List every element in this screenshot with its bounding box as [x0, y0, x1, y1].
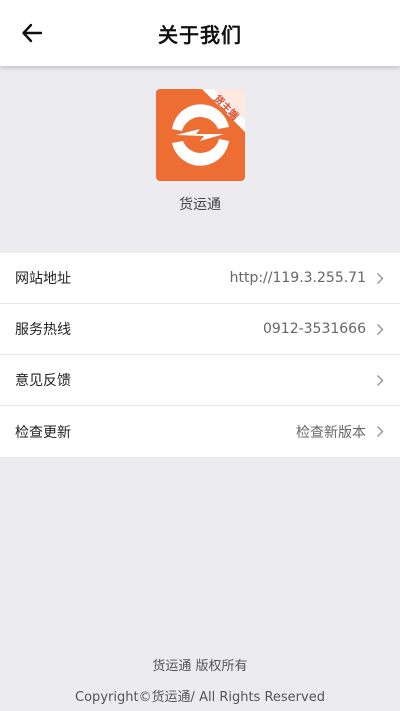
page-title: 关于我们 — [158, 22, 242, 47]
list-item-check-update[interactable]: 检查更新 检查新版本 — [0, 406, 400, 457]
app-logo: 货主端 — [156, 89, 245, 181]
list-item-label: 服务热线 — [15, 322, 71, 338]
copyright-line-2: Copyright©货运通/ All Rights Reserved — [75, 690, 325, 705]
chevron-right-icon — [376, 322, 386, 336]
app-logo-image: 货主端 — [156, 89, 245, 181]
list-item-value: 0912-3531666 — [262, 321, 366, 337]
list-item-website[interactable]: 网站地址 http://119.3.255.71 — [0, 253, 400, 304]
list-item-hotline[interactable]: 服务热线 0912-3531666 — [0, 304, 400, 355]
list-item-label: 意见反馈 — [15, 373, 71, 389]
arrow-left-icon — [22, 23, 43, 43]
list-item-value: 检查新版本 — [296, 424, 366, 441]
about-list: 网站地址 http://119.3.255.71 服务热线 0912-35316… — [0, 253, 400, 457]
list-item-feedback[interactable]: 意见反馈 — [0, 355, 400, 406]
app-name: 货运通 — [179, 197, 221, 213]
back-button[interactable] — [18, 19, 46, 47]
app-header: 关于我们 — [0, 0, 400, 66]
list-item-label: 检查更新 — [15, 424, 71, 441]
chevron-right-icon — [376, 373, 386, 387]
list-item-label: 网站地址 — [15, 271, 71, 287]
chevron-right-icon — [376, 271, 386, 285]
chevron-right-icon — [376, 425, 386, 439]
list-item-value: http://119.3.255.71 — [229, 270, 366, 286]
copyright-line-1: 货运通 版权所有 — [152, 659, 248, 674]
